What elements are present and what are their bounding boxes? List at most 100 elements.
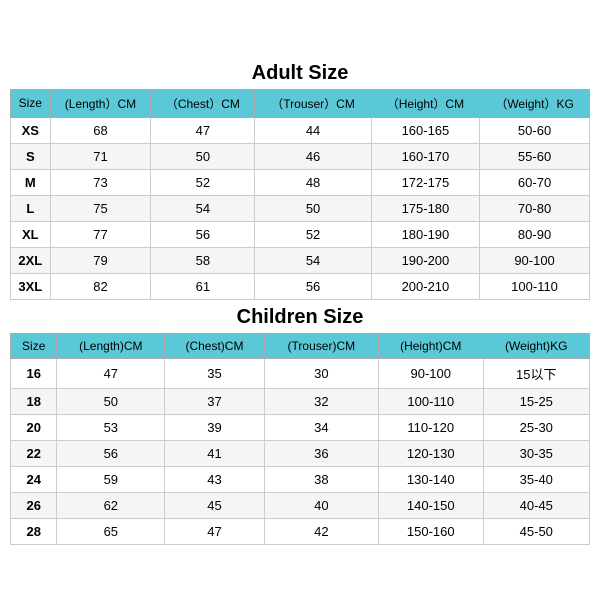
table-cell: 54 [255,247,371,273]
table-cell: 58 [151,247,255,273]
table-cell: 180-190 [371,221,479,247]
table-cell: 80-90 [480,221,590,247]
table-row: 26624540140-15040-45 [11,492,590,518]
adult-col-header: （Trouser）CM [255,89,371,117]
table-cell: 200-210 [371,273,479,299]
size-chart: Adult Size Size(Length）CM（Chest）CM（Trous… [10,56,590,545]
children-size-table: Size(Length)CM(Chest)CM(Trouser)CM(Heigh… [10,333,590,545]
table-cell: 68 [50,117,151,143]
table-cell: 73 [50,169,151,195]
table-cell: 50 [151,143,255,169]
table-cell: 65 [57,518,165,544]
table-cell: 47 [165,518,265,544]
table-cell: 47 [57,358,165,388]
adult-col-header: (Length）CM [50,89,151,117]
table-cell: 3XL [11,273,51,299]
table-cell: 18 [11,388,57,414]
table-row: 2XL795854190-20090-100 [11,247,590,273]
table-cell: 39 [165,414,265,440]
table-cell: 61 [151,273,255,299]
table-cell: 28 [11,518,57,544]
table-row: 18503732100-11015-25 [11,388,590,414]
table-cell: 36 [264,440,378,466]
table-cell: 56 [151,221,255,247]
table-cell: 50 [57,388,165,414]
table-cell: 71 [50,143,151,169]
table-cell: 32 [264,388,378,414]
table-cell: 172-175 [371,169,479,195]
table-cell: 77 [50,221,151,247]
table-cell: 100-110 [480,273,590,299]
table-cell: 16 [11,358,57,388]
adult-header-row: Size(Length）CM（Chest）CM（Trouser）CM（Heigh… [11,89,590,117]
table-cell: 15-25 [483,388,589,414]
table-cell: 41 [165,440,265,466]
table-cell: 62 [57,492,165,518]
table-cell: 75 [50,195,151,221]
table-cell: 140-150 [378,492,483,518]
table-cell: 35-40 [483,466,589,492]
children-col-header: Size [11,333,57,358]
table-cell: 56 [255,273,371,299]
table-cell: 150-160 [378,518,483,544]
table-cell: 50-60 [480,117,590,143]
table-cell: 79 [50,247,151,273]
table-row: 1647353090-10015以下 [11,358,590,388]
table-cell: 110-120 [378,414,483,440]
table-cell: 56 [57,440,165,466]
table-row: 24594338130-14035-40 [11,466,590,492]
table-row: XL775652180-19080-90 [11,221,590,247]
table-cell: 38 [264,466,378,492]
table-cell: 24 [11,466,57,492]
table-cell: 34 [264,414,378,440]
table-cell: 90-100 [378,358,483,388]
table-row: L755450175-18070-80 [11,195,590,221]
table-cell: 60-70 [480,169,590,195]
table-cell: S [11,143,51,169]
table-row: 28654742150-16045-50 [11,518,590,544]
table-cell: 48 [255,169,371,195]
table-cell: 35 [165,358,265,388]
children-col-header: (Height)CM [378,333,483,358]
table-cell: 40-45 [483,492,589,518]
table-cell: 40 [264,492,378,518]
table-cell: 2XL [11,247,51,273]
table-cell: XS [11,117,51,143]
table-cell: 50 [255,195,371,221]
table-cell: 100-110 [378,388,483,414]
table-cell: XL [11,221,51,247]
adult-table-body: XS684744160-16550-60S715046160-17055-60M… [11,117,590,299]
table-cell: 44 [255,117,371,143]
adult-col-header: （Height）CM [371,89,479,117]
table-cell: 160-165 [371,117,479,143]
table-cell: 120-130 [378,440,483,466]
table-cell: 52 [151,169,255,195]
adult-col-header: Size [11,89,51,117]
table-row: 20533934110-12025-30 [11,414,590,440]
table-cell: L [11,195,51,221]
table-row: S715046160-17055-60 [11,143,590,169]
adult-col-header: （Chest）CM [151,89,255,117]
table-cell: 43 [165,466,265,492]
table-cell: 55-60 [480,143,590,169]
children-col-header: (Weight)KG [483,333,589,358]
table-cell: 46 [255,143,371,169]
children-section-title: Children Size [10,300,590,333]
table-cell: 30-35 [483,440,589,466]
table-row: M735248172-17560-70 [11,169,590,195]
table-cell: 47 [151,117,255,143]
table-cell: 30 [264,358,378,388]
table-cell: 82 [50,273,151,299]
table-cell: 175-180 [371,195,479,221]
children-col-header: (Length)CM [57,333,165,358]
table-cell: M [11,169,51,195]
table-row: XS684744160-16550-60 [11,117,590,143]
table-cell: 25-30 [483,414,589,440]
table-cell: 190-200 [371,247,479,273]
table-cell: 45-50 [483,518,589,544]
table-cell: 22 [11,440,57,466]
table-row: 22564136120-13030-35 [11,440,590,466]
table-cell: 52 [255,221,371,247]
children-table-body: 1647353090-10015以下18503732100-11015-2520… [11,358,590,544]
table-cell: 20 [11,414,57,440]
